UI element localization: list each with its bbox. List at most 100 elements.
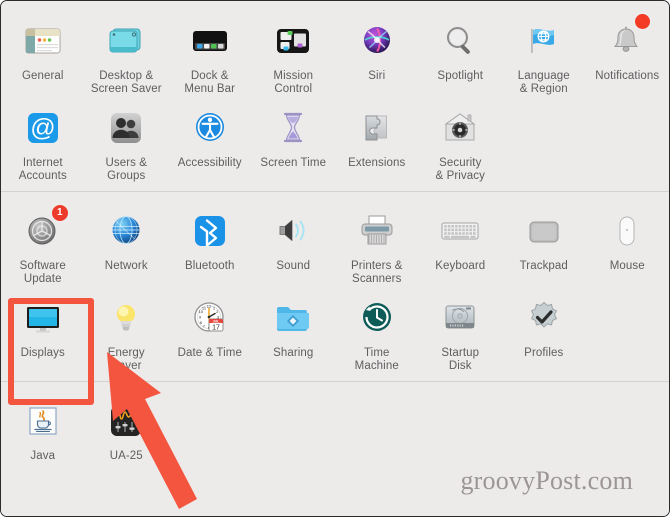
pref-item-notifications[interactable]: Notifications bbox=[586, 11, 670, 98]
pref-item-label: Siri bbox=[368, 70, 386, 82]
pref-item-label: Bluetooth bbox=[185, 260, 235, 272]
pref-item-sound[interactable]: Sound bbox=[252, 201, 336, 288]
pref-item-ua-25[interactable]: UA-25 bbox=[85, 391, 169, 465]
pref-item-label: Startup Disk bbox=[441, 347, 480, 372]
profiles-icon bbox=[520, 294, 568, 342]
mission-control-icon bbox=[269, 17, 317, 65]
sharing-icon bbox=[269, 294, 317, 342]
pref-item-label: Desktop & Screen Saver bbox=[90, 70, 162, 95]
pref-item-dock-menu-bar[interactable]: Dock & Menu Bar bbox=[168, 11, 252, 98]
pref-item-label: Trackpad bbox=[519, 260, 568, 272]
users-groups-icon bbox=[102, 104, 150, 152]
trackpad-icon bbox=[520, 207, 568, 255]
displays-icon bbox=[19, 294, 67, 342]
pref-item-label: Sound bbox=[276, 260, 311, 272]
time-machine-icon bbox=[353, 294, 401, 342]
pref-item-empty bbox=[586, 391, 670, 465]
svg-text:@: @ bbox=[30, 114, 55, 142]
pref-item-label: Energy Saver bbox=[107, 347, 145, 372]
notifications-icon bbox=[603, 14, 651, 65]
pref-item-empty bbox=[586, 288, 670, 375]
spotlight-icon bbox=[436, 17, 484, 65]
pref-item-label: Profiles bbox=[524, 347, 564, 359]
pref-item-label: UA-25 bbox=[109, 450, 143, 462]
pref-item-label: Notifications bbox=[595, 70, 660, 82]
pref-item-label: Java bbox=[30, 450, 56, 462]
pref-item-bluetooth[interactable]: Bluetooth bbox=[168, 201, 252, 288]
pref-item-label: Date & Time bbox=[177, 347, 242, 359]
pref-item-label: Time Machine bbox=[354, 347, 399, 372]
pref-item-label: Internet Accounts bbox=[18, 157, 67, 182]
pref-item-accessibility[interactable]: Accessibility bbox=[168, 98, 252, 185]
pref-item-software-update[interactable]: 1 Software Update bbox=[1, 201, 85, 288]
watermark: groovyPost.com bbox=[460, 466, 633, 495]
pref-item-label: Accessibility bbox=[177, 157, 242, 169]
pref-item-label: Users & Groups bbox=[105, 157, 148, 182]
pref-item-internet-accounts[interactable]: @ Internet Accounts bbox=[1, 98, 85, 185]
pref-item-sharing[interactable]: Sharing bbox=[252, 288, 336, 375]
pref-item-label: Displays bbox=[20, 347, 65, 359]
pref-item-empty bbox=[502, 98, 586, 185]
system-preferences-window: General Desktop & Screen Saver Dock & Me… bbox=[0, 0, 670, 517]
siri-icon bbox=[353, 17, 401, 65]
pref-item-time-machine[interactable]: Time Machine bbox=[335, 288, 419, 375]
security-privacy-icon bbox=[436, 104, 484, 152]
prefs-row: Displays Energy Saver 12 3 9 1 2 7 8 10 … bbox=[1, 288, 669, 375]
pref-item-siri[interactable]: Siri bbox=[335, 11, 419, 98]
pref-item-label: Language & Region bbox=[517, 70, 570, 95]
mouse-icon bbox=[603, 207, 651, 255]
startup-disk-icon bbox=[436, 294, 484, 342]
section-hardware: 1 Software Update Network Bluetooth Soun… bbox=[1, 191, 669, 381]
pref-item-startup-disk[interactable]: Startup Disk bbox=[419, 288, 503, 375]
pref-item-label: Printers & Scanners bbox=[351, 260, 403, 285]
pref-item-label: Keyboard bbox=[435, 260, 486, 272]
extensions-icon bbox=[353, 104, 401, 152]
pref-item-trackpad[interactable]: Trackpad bbox=[502, 201, 586, 288]
dock-menubar-icon bbox=[186, 17, 234, 65]
pref-item-users-groups[interactable]: Users & Groups bbox=[85, 98, 169, 185]
pref-item-desktop-screen-saver[interactable]: Desktop & Screen Saver bbox=[85, 11, 169, 98]
prefs-row: General Desktop & Screen Saver Dock & Me… bbox=[1, 11, 669, 98]
pref-item-keyboard[interactable]: Keyboard bbox=[419, 201, 503, 288]
pref-item-displays[interactable]: Displays bbox=[1, 288, 85, 375]
network-icon bbox=[102, 207, 150, 255]
pref-item-empty bbox=[586, 98, 670, 185]
pref-item-screen-time[interactable]: Screen Time bbox=[252, 98, 336, 185]
software-update-badge: 1 bbox=[51, 205, 68, 221]
energy-saver-icon bbox=[102, 294, 150, 342]
pref-item-empty bbox=[335, 391, 419, 465]
pref-item-date-time[interactable]: 123 69 12 45 78 1011 bbox=[168, 288, 252, 375]
pref-item-general[interactable]: General bbox=[1, 11, 85, 98]
section-personal: General Desktop & Screen Saver Dock & Me… bbox=[1, 1, 669, 191]
pref-item-label: Dock & Menu Bar bbox=[184, 70, 236, 95]
ua25-icon bbox=[102, 397, 150, 445]
pref-item-security-privacy[interactable]: Security & Privacy bbox=[419, 98, 503, 185]
pref-item-label: Mouse bbox=[609, 260, 645, 272]
pref-item-extensions[interactable]: Extensions bbox=[335, 98, 419, 185]
prefs-row: Java UA-25 bbox=[1, 391, 669, 465]
preferences-pane: General Desktop & Screen Saver Dock & Me… bbox=[1, 1, 669, 516]
pref-item-empty bbox=[419, 391, 503, 465]
pref-item-printers-scanners[interactable]: Printers & Scanners bbox=[335, 201, 419, 288]
pref-item-label: Spotlight bbox=[437, 70, 484, 82]
svg-text:17: 17 bbox=[212, 325, 220, 332]
pref-item-spotlight[interactable]: Spotlight bbox=[419, 11, 503, 98]
pref-item-empty bbox=[502, 391, 586, 465]
pref-item-network[interactable]: Network bbox=[85, 201, 169, 288]
internet-accounts-icon: @ bbox=[19, 104, 67, 152]
pref-item-label: Extensions bbox=[348, 157, 406, 169]
screen-time-icon bbox=[269, 104, 317, 152]
pref-item-java[interactable]: Java bbox=[1, 391, 85, 465]
prefs-row: @ Internet Accounts Users & Groups Acces… bbox=[1, 98, 669, 185]
bluetooth-icon bbox=[186, 207, 234, 255]
pref-item-mouse[interactable]: Mouse bbox=[586, 201, 670, 288]
pref-item-mission-control[interactable]: Mission Control bbox=[252, 11, 336, 98]
pref-item-language-region[interactable]: Language & Region bbox=[502, 11, 586, 98]
pref-item-energy-saver[interactable]: Energy Saver bbox=[85, 288, 169, 375]
svg-text:JUL: JUL bbox=[212, 320, 220, 324]
pref-item-label: Network bbox=[104, 260, 148, 272]
pref-item-label: Software Update bbox=[19, 260, 66, 285]
accessibility-icon bbox=[186, 104, 234, 152]
pref-item-label: General bbox=[21, 70, 64, 82]
pref-item-profiles[interactable]: Profiles bbox=[502, 288, 586, 375]
